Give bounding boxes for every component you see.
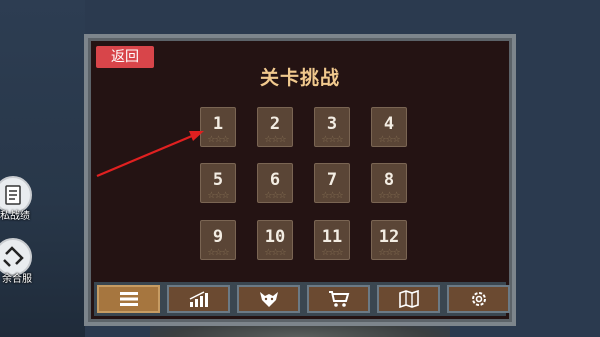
settings-button[interactable] <box>447 285 510 313</box>
level-number: 1 <box>212 114 224 134</box>
star-rating-icon: ☆☆☆ <box>207 248 229 258</box>
level-2-button[interactable]: 2 ☆☆☆ <box>257 107 293 147</box>
level-1-button[interactable]: 1 ☆☆☆ <box>200 107 236 147</box>
level-9-button[interactable]: 9 ☆☆☆ <box>200 220 236 260</box>
level-number: 12 <box>378 227 400 247</box>
background-left <box>0 0 85 337</box>
level-7-button[interactable]: 7 ☆☆☆ <box>314 163 350 203</box>
wolf-icon <box>259 292 278 307</box>
level-6-button[interactable]: 6 ☆☆☆ <box>257 163 293 203</box>
wolf-button[interactable] <box>237 285 300 313</box>
level-3-button[interactable]: 3 ☆☆☆ <box>314 107 350 147</box>
level-4-button[interactable]: 4 ☆☆☆ <box>371 107 407 147</box>
level-12-button[interactable]: 12 ☆☆☆ <box>371 220 407 260</box>
menu-button[interactable] <box>97 285 160 313</box>
level-number: 6 <box>269 170 281 190</box>
level-select-panel: 返回 关卡挑战 1 ☆☆☆ 2 ☆☆☆ 3 ☆☆☆ 4 ☆☆☆ 5 ☆☆☆ 6 ☆☆☆ 7 ☆☆☆ 8 ☆☆☆… <box>84 34 516 326</box>
record-label: 私战绩 <box>0 211 30 222</box>
star-rating-icon: ☆☆☆ <box>378 248 400 258</box>
shop-button[interactable] <box>307 285 370 313</box>
panel-body: 返回 关卡挑战 1 ☆☆☆ 2 ☆☆☆ 3 ☆☆☆ 4 ☆☆☆ 5 ☆☆☆ 6 ☆☆☆ 7 ☆☆☆ 8 ☆☆☆… <box>91 41 510 319</box>
page-title: 关卡挑战 <box>259 67 340 89</box>
level-number: 11 <box>321 227 343 247</box>
settings-icon <box>471 292 486 306</box>
star-rating-icon: ☆☆☆ <box>264 248 286 258</box>
level-5-button[interactable]: 5 ☆☆☆ <box>200 163 236 203</box>
level-11-button[interactable]: 11 ☆☆☆ <box>314 220 350 260</box>
bottom-toolbar <box>94 282 510 316</box>
merge-server-label: 余合服 <box>2 274 32 285</box>
link-icon <box>3 246 24 267</box>
star-rating-icon: ☆☆☆ <box>321 135 343 145</box>
star-rating-icon: ☆☆☆ <box>321 191 343 201</box>
level-8-button[interactable]: 8 ☆☆☆ <box>371 163 407 203</box>
level-10-button[interactable]: 10 ☆☆☆ <box>257 220 293 260</box>
level-number: 9 <box>212 227 224 247</box>
level-number: 7 <box>326 170 338 190</box>
level-number: 3 <box>326 114 338 134</box>
map-button[interactable] <box>377 285 440 313</box>
star-rating-icon: ☆☆☆ <box>321 248 343 258</box>
star-rating-icon: ☆☆☆ <box>264 135 286 145</box>
star-rating-icon: ☆☆☆ <box>378 191 400 201</box>
level-number: 8 <box>383 170 395 190</box>
menu-icon <box>119 292 138 306</box>
document-icon <box>5 185 21 205</box>
map-icon <box>398 290 419 308</box>
level-number: 2 <box>269 114 281 134</box>
star-rating-icon: ☆☆☆ <box>264 191 286 201</box>
star-rating-icon: ☆☆☆ <box>207 191 229 201</box>
level-number: 10 <box>264 227 286 247</box>
stats-button[interactable] <box>167 285 230 313</box>
star-rating-icon: ☆☆☆ <box>378 135 400 145</box>
level-number: 4 <box>383 114 395 134</box>
cart-icon <box>328 291 349 307</box>
star-rating-icon: ☆☆☆ <box>207 135 229 145</box>
level-number: 5 <box>212 170 224 190</box>
stats-icon <box>189 291 208 307</box>
